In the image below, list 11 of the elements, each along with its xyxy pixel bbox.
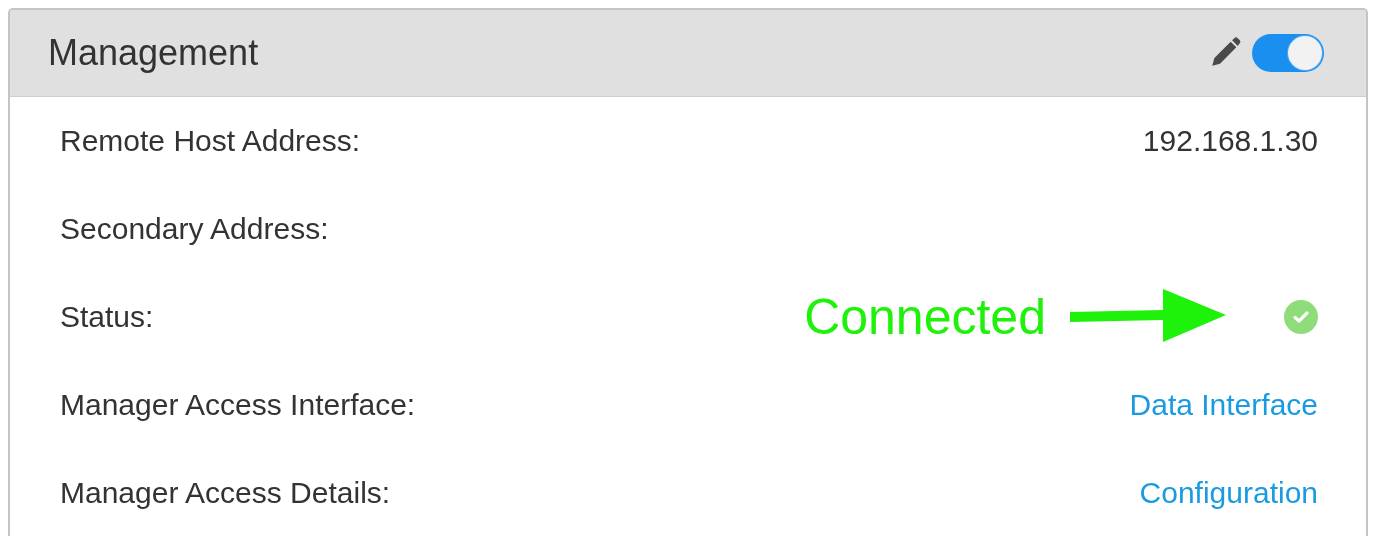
field-label: Secondary Address: xyxy=(60,212,329,246)
field-link[interactable]: Data Interface xyxy=(1129,388,1318,422)
panel-title: Management xyxy=(48,32,259,74)
field-link[interactable]: Configuration xyxy=(1139,476,1318,510)
field-label: Remote Host Address: xyxy=(60,124,361,158)
annotation-text: Connected xyxy=(804,288,1046,346)
field-label: Manager Access Interface: xyxy=(60,388,416,422)
toggle-switch[interactable] xyxy=(1252,34,1324,72)
field-label: Status: xyxy=(60,300,154,334)
field-value: 192.168.1.30 xyxy=(1142,124,1318,158)
field-label: Manager Access Details: xyxy=(60,476,391,510)
